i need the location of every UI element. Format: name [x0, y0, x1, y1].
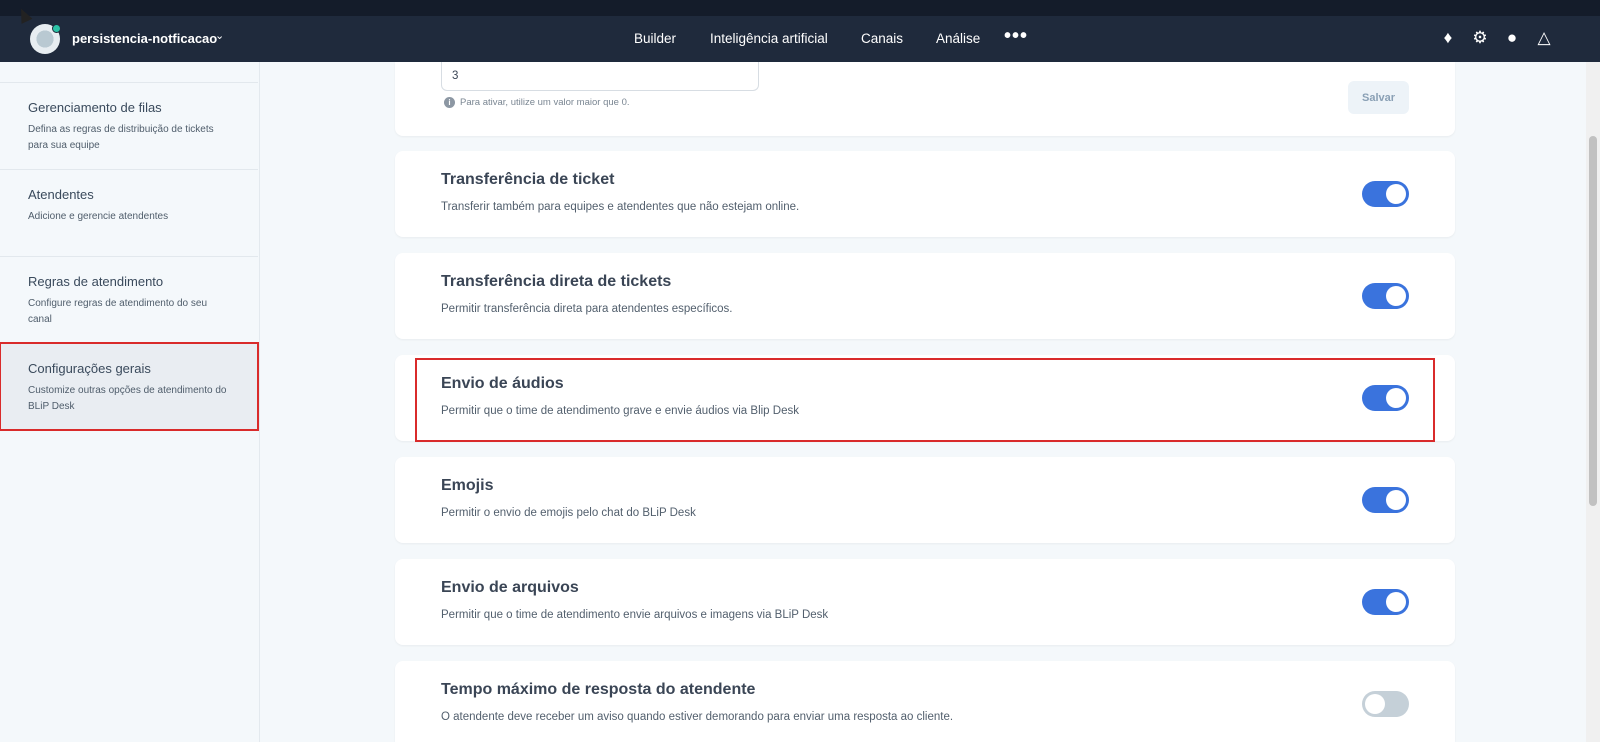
- online-status-icon: [52, 24, 61, 33]
- save-button[interactable]: Salvar: [1348, 81, 1409, 114]
- gear-icon[interactable]: ⚙: [1470, 28, 1490, 48]
- setting-title: Envio de áudios: [441, 375, 564, 392]
- top-icons: ♦ ⚙ ● △: [1438, 28, 1554, 48]
- setting-card-ticket-transfer: Transferência de ticket Transferir també…: [395, 151, 1455, 237]
- sidebar-item-title: Configurações gerais: [28, 361, 151, 376]
- sidebar-item-title: Atendentes: [28, 187, 94, 202]
- setting-desc: O atendente deve receber um aviso quando…: [441, 711, 954, 723]
- setting-card-direct-transfer: Transferência direta de tickets Permitir…: [395, 253, 1455, 339]
- setting-title: Transferência direta de tickets: [441, 273, 672, 290]
- setting-desc: Transferir também para equipes e atenden…: [441, 201, 800, 213]
- chevron-down-icon[interactable]: ⌄: [215, 29, 224, 42]
- sidebar-item-general-settings[interactable]: Configurações gerais Customize outras op…: [0, 342, 259, 431]
- sidebar-item-rules[interactable]: Regras de atendimento Configure regras d…: [0, 256, 258, 343]
- setting-card-response-time: Tempo máximo de resposta do atendente O …: [395, 661, 1455, 742]
- nav-analytics[interactable]: Análise: [936, 31, 980, 46]
- setting-card-emojis: Emojis Permitir o envio de emojis pelo c…: [395, 457, 1455, 543]
- setting-desc: Permitir transferência direta para atend…: [441, 303, 733, 315]
- setting-toggle[interactable]: [1362, 691, 1409, 717]
- info-icon: i: [444, 97, 455, 108]
- setting-card-files: Envio de arquivos Permitir que o time de…: [395, 559, 1455, 645]
- setting-toggle[interactable]: [1362, 487, 1409, 513]
- nav-builder[interactable]: Builder: [634, 31, 676, 46]
- setting-desc: Permitir que o time de atendimento envie…: [441, 609, 829, 621]
- team-icon[interactable]: ●: [1502, 28, 1522, 48]
- setting-title: Emojis: [441, 477, 494, 494]
- sidebar-item-queues[interactable]: Gerenciamento de filas Defina as regras …: [0, 82, 258, 169]
- sidebar-item-agents[interactable]: Atendentes Adicione e gerencie atendente…: [0, 169, 258, 256]
- sidebar-item-title: Gerenciamento de filas: [28, 100, 162, 115]
- setting-title: Tempo máximo de resposta do atendente: [441, 681, 756, 698]
- setting-toggle[interactable]: [1362, 283, 1409, 309]
- more-icon[interactable]: •••: [1004, 25, 1028, 48]
- setting-desc: Permitir que o time de atendimento grave…: [441, 405, 799, 417]
- nav-channels[interactable]: Canais: [861, 31, 903, 46]
- sidebar-item-desc: Configure regras de atendimento do seu c…: [28, 298, 208, 325]
- top-bar: persistencia-notficacao ⌄ Builder Inteli…: [0, 0, 1600, 62]
- sidebar-item-desc: Customize outras opções de atendimento d…: [28, 385, 227, 412]
- nav-ai[interactable]: Inteligência artificial: [710, 31, 828, 46]
- scrollbar-thumb[interactable]: [1589, 136, 1597, 506]
- number-input[interactable]: 3: [441, 62, 759, 91]
- sidebar-item-title: Regras de atendimento: [28, 274, 164, 289]
- setting-toggle[interactable]: [1362, 589, 1409, 615]
- bot-name[interactable]: persistencia-notficacao: [72, 31, 217, 46]
- setting-card-audio: Envio de áudios Permitir que o time de a…: [395, 355, 1455, 441]
- hint-text: i Para ativar, utilize um valor maior qu…: [444, 97, 630, 108]
- flask-icon[interactable]: △: [1534, 28, 1554, 48]
- setting-toggle[interactable]: [1362, 385, 1409, 411]
- setting-title: Envio de arquivos: [441, 579, 579, 596]
- sidebar-item-desc: Adicione e gerencie atendentes: [28, 211, 169, 222]
- settings-card-partial: 3 i Para ativar, utilize um valor maior …: [395, 62, 1455, 136]
- setting-desc: Permitir o envio de emojis pelo chat do …: [441, 507, 696, 519]
- sidebar: Gerenciamento de filas Defina as regras …: [0, 62, 260, 742]
- setting-toggle[interactable]: [1362, 181, 1409, 207]
- sidebar-item-desc: Defina as regras de distribuição de tick…: [28, 124, 214, 151]
- puzzle-icon[interactable]: ♦: [1438, 28, 1458, 48]
- hint-label: Para ativar, utilize um valor maior que …: [460, 97, 630, 108]
- setting-title: Transferência de ticket: [441, 171, 615, 188]
